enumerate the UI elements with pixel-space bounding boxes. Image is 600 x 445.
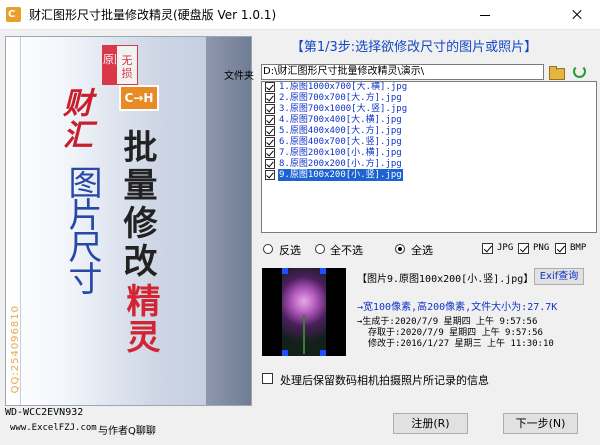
select-all-radio[interactable] (395, 244, 405, 254)
file-checkbox[interactable] (265, 159, 275, 169)
bmp-checkbox[interactable] (555, 243, 566, 254)
invert-label[interactable]: 反选 (279, 242, 301, 258)
product-banner: 原图 无损 C→H 财汇 图片尺寸 批量修改 精灵 QQ:254096810 (5, 36, 252, 406)
modified-time: 修改于:2016/1/27 星期三 上午 11:30:10 (368, 339, 554, 349)
close-icon[interactable] (554, 0, 600, 30)
banner-shade (206, 37, 251, 405)
website-link[interactable]: www.ExcelFZJ.com (10, 423, 97, 433)
next-step-button[interactable]: 下一步(N) (503, 413, 578, 434)
banner-line3: 精灵 (120, 283, 160, 355)
machine-id: WD-WCC2EVN932 (5, 407, 84, 418)
png-checkbox[interactable] (518, 243, 529, 254)
logo-lossless: 无损 (116, 45, 138, 85)
window-title: 财汇图形尺寸批量修改精灵(硬盘版 Ver 1.0.1) (29, 8, 277, 22)
minimize-icon[interactable] (462, 0, 508, 30)
folder-path-input[interactable]: D:\财汇图形尺寸批量修改精灵\演示\ (261, 64, 544, 80)
banner-brand: 财汇 (57, 87, 92, 151)
refresh-icon[interactable] (573, 65, 586, 78)
image-info-title: 【图片9.原图100x200[小.竖].jpg】 (357, 274, 534, 285)
jpg-label[interactable]: JPG (497, 243, 513, 253)
select-none-label[interactable]: 全不选 (330, 242, 363, 258)
exif-query-button[interactable]: Exif查询 (534, 268, 584, 285)
banner-line1: 图片尺寸 (62, 165, 102, 293)
list-item[interactable]: 9.原图100x200[小.竖].jpg (262, 169, 596, 181)
file-checkbox[interactable] (265, 126, 275, 136)
file-checkbox[interactable] (265, 93, 275, 103)
file-list[interactable]: 1.原图1000x700[大.横].jpg 2.原图700x700[大.方].j… (261, 81, 597, 233)
open-folder-icon[interactable] (548, 64, 565, 80)
file-checkbox[interactable] (265, 137, 275, 147)
step-title: 【第1/3步:选择欲修改尺寸的图片或照片】 (290, 40, 538, 55)
file-checkbox[interactable] (265, 82, 275, 92)
folder-label: 文件夹 (224, 71, 254, 82)
crop-marker (282, 350, 288, 356)
file-checkbox[interactable] (265, 170, 275, 180)
contact-author-link[interactable]: 与作者Q聊聊 (98, 422, 156, 437)
image-size-info: →宽100像素,高200像素,文件大小为:27.7K (357, 302, 558, 313)
image-preview (262, 268, 346, 356)
keep-exif-label[interactable]: 处理后保留数码相机拍摄照片所记录的信息 (280, 372, 489, 388)
title-bar: C 财汇图形尺寸批量修改精灵(硬盘版 Ver 1.0.1) (0, 0, 600, 30)
invert-radio[interactable] (263, 244, 273, 254)
crop-marker (282, 268, 288, 274)
file-checkbox[interactable] (265, 115, 275, 125)
banner-line2: 批量修改 (117, 129, 157, 281)
select-none-radio[interactable] (315, 244, 325, 254)
jpg-checkbox[interactable] (482, 243, 493, 254)
select-all-label[interactable]: 全选 (411, 242, 433, 258)
crop-marker (320, 350, 326, 356)
file-name: 9.原图100x200[小.竖].jpg (278, 169, 403, 181)
app-icon: C (6, 7, 21, 22)
file-checkbox[interactable] (265, 148, 275, 158)
preview-stem (303, 314, 305, 354)
register-button[interactable]: 注册(R) (393, 413, 468, 434)
file-checkbox[interactable] (265, 104, 275, 114)
crop-marker (320, 268, 326, 274)
png-label[interactable]: PNG (533, 243, 549, 253)
bmp-label[interactable]: BMP (570, 243, 586, 253)
keep-exif-checkbox[interactable] (262, 373, 273, 384)
banner-qq: QQ:254096810 (10, 305, 21, 394)
logo-ch-icon: C→H (119, 85, 159, 111)
